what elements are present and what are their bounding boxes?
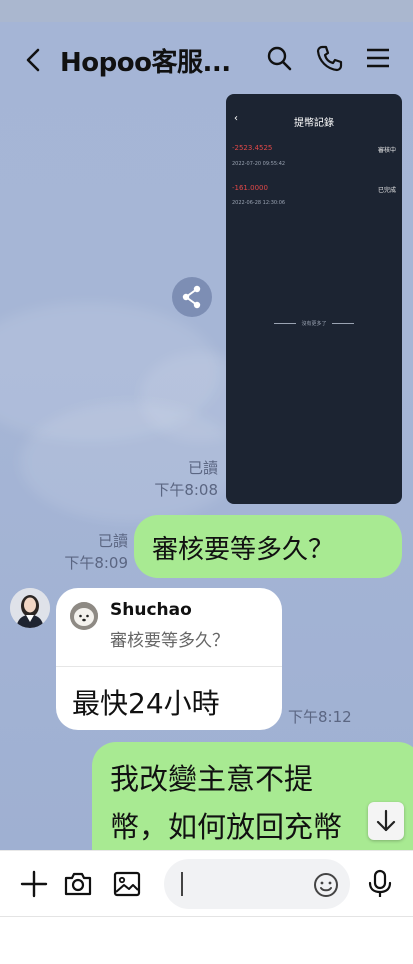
microphone-icon[interactable] (365, 869, 395, 899)
plus-icon[interactable] (19, 869, 49, 899)
message-text: 幣，如何放回充幣 (110, 810, 343, 844)
record-status: 已完成 (377, 187, 396, 194)
camera-icon[interactable] (63, 869, 93, 899)
image-icon[interactable] (112, 869, 142, 899)
divider (0, 916, 413, 917)
dog-avatar-image (70, 602, 98, 630)
record-date: 2022-07-20 09:55:42 (232, 161, 286, 167)
menu-icon[interactable] (364, 44, 392, 72)
chat-header: Hopoo客服... (0, 22, 413, 98)
shared-image-message[interactable]: ‹ 提幣記錄 -2523.4525 審核中 2022-07-20 09:55:4… (226, 94, 402, 504)
record-status: 審核中 (377, 147, 396, 154)
message-time: 下午8:08 (154, 481, 218, 499)
text-cursor (181, 872, 183, 896)
record-amount: -161.0000 (232, 184, 268, 192)
read-receipt: 已讀 (187, 459, 218, 477)
search-icon[interactable] (265, 44, 293, 72)
arrow-down-icon (376, 809, 396, 832)
avatar-image (10, 588, 50, 628)
message-text: 最快24小時 (72, 687, 220, 720)
my-message-bubble[interactable]: 審核要等多久？ (134, 515, 402, 578)
message-text: 審核要等多久？ (152, 535, 335, 565)
no-more-text: 沒有更多了 (274, 320, 354, 327)
quoted-message-text: 審核要等多久？ (110, 631, 229, 651)
quoted-avatar (70, 602, 98, 630)
divider (56, 666, 282, 667)
phone-icon[interactable] (315, 44, 343, 72)
read-receipt: 已讀 (97, 532, 128, 550)
scroll-down-button[interactable] (368, 802, 404, 840)
share-icon (182, 285, 201, 309)
emoji-icon[interactable] (312, 871, 340, 899)
avatar[interactable] (10, 588, 50, 628)
record-amount: -2523.4525 (232, 144, 273, 152)
record-date: 2022-06-28 12:30:06 (232, 200, 286, 206)
reply-message-bubble[interactable]: Shuchao 審核要等多久？ 最快24小時 (56, 588, 282, 730)
status-bar-strip (0, 0, 413, 22)
screenshot-title: 提幣記錄 (294, 118, 334, 129)
message-time: 下午8:12 (288, 708, 352, 726)
quoted-sender-name: Shuchao (110, 600, 192, 620)
share-button[interactable] (172, 277, 212, 317)
message-time: 下午8:09 (64, 554, 128, 572)
chat-title[interactable]: Hopoo客服... (60, 42, 231, 79)
message-input-bar (0, 850, 413, 917)
message-input[interactable] (164, 859, 350, 909)
chevron-left-icon[interactable] (20, 46, 48, 74)
message-text: 我改變主意不提 (110, 762, 314, 796)
